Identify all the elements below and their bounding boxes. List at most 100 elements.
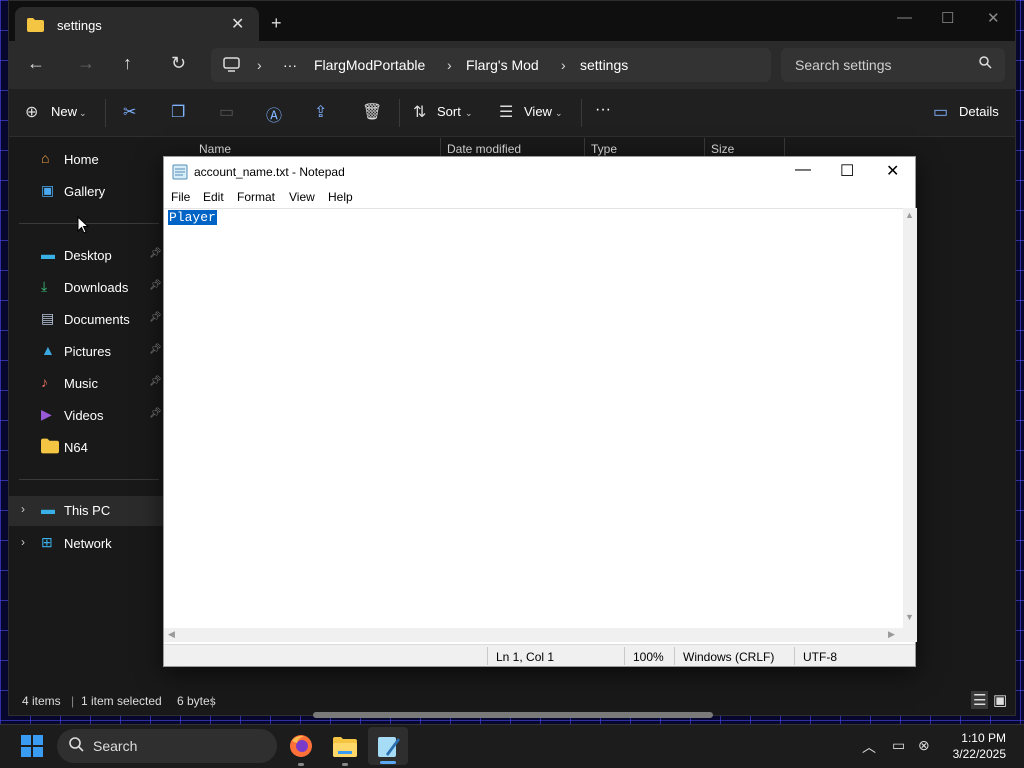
sidebar-divider (19, 223, 159, 224)
divider (399, 99, 400, 127)
delete-icon[interactable]: 🗑︎ (362, 102, 382, 122)
breadcrumb-item[interactable]: settings (580, 57, 628, 73)
running-indicator (342, 763, 348, 766)
notepad-status-bar: Ln 1, Col 1 100% Windows (CRLF) UTF-8 (164, 644, 915, 666)
details-button[interactable]: Details (959, 104, 999, 119)
breadcrumb-overflow[interactable]: ··· (283, 57, 297, 73)
tiles-view-icon[interactable]: ▣ (993, 691, 1007, 709)
notepad-icon (172, 164, 188, 180)
scroll-down-icon[interactable]: ▼ (905, 612, 914, 622)
notepad-window: account_name.txt - Notepad — ☐ ✕ File Ed… (163, 156, 917, 667)
chevron-right-icon[interactable]: › (21, 535, 25, 549)
notepad-close-button[interactable]: ✕ (886, 161, 899, 181)
sidebar-item-label: Pictures (64, 344, 111, 359)
system-clock[interactable]: 1:10 PM 3/22/2025 (946, 730, 1006, 762)
status-divider (624, 647, 625, 665)
share-icon[interactable]: ⇪ (314, 102, 327, 122)
taskbar-search[interactable]: Search (57, 729, 277, 763)
cursor-position: Ln 1, Col 1 (496, 650, 555, 664)
tab-close-icon[interactable]: ✕ (231, 14, 244, 34)
column-date-modified[interactable]: Date modified (447, 142, 521, 156)
back-icon[interactable]: ← (27, 53, 45, 74)
view-button[interactable]: View (524, 104, 552, 119)
scroll-up-icon[interactable]: ▲ (905, 210, 914, 220)
start-button[interactable] (21, 735, 43, 757)
new-button[interactable]: New (51, 104, 77, 119)
chevron-down-icon: ⌄ (79, 108, 87, 118)
chevron-right-icon: › (447, 57, 452, 73)
sidebar-item-downloads[interactable]: ⤓ Downloads 📌︎ (9, 273, 165, 301)
clock-date: 3/22/2025 (952, 747, 1006, 761)
menu-edit[interactable]: Edit (203, 190, 224, 204)
notepad-horizontal-scrollbar[interactable]: ◀ ▶ (164, 628, 903, 642)
menu-help[interactable]: Help (328, 190, 353, 204)
notepad-minimize-button[interactable]: — (795, 161, 811, 179)
scroll-right-icon[interactable]: ▶ (888, 629, 895, 640)
sort-button[interactable]: Sort (437, 104, 461, 119)
maximize-button[interactable]: ☐ (941, 9, 954, 27)
rename-icon[interactable]: Ⓐ (266, 102, 282, 126)
scroll-left-icon[interactable]: ◀ (168, 629, 175, 640)
firefox-icon (290, 735, 312, 757)
command-bar: ⊕ New ⌄ ✂ ❐ ▭ Ⓐ ⇪ 🗑︎ ⇅ Sort ⌄ ☰ View ⌄ ·… (9, 89, 1015, 137)
cut-icon[interactable]: ✂ (123, 102, 136, 122)
address-bar[interactable]: › ··· FlargModPortable › Flarg's Mod › s… (211, 48, 771, 82)
menu-view[interactable]: View (289, 190, 315, 204)
breadcrumb-item[interactable]: FlargModPortable (314, 57, 425, 73)
this-pc-icon: ▬ (41, 501, 55, 517)
chevron-right-icon: › (561, 57, 566, 73)
volume-muted-icon[interactable]: ⊗ (918, 737, 930, 754)
status-divider (487, 647, 488, 665)
file-explorer-app[interactable] (330, 731, 360, 766)
sidebar-item-videos[interactable]: ▶ Videos 📌︎ (9, 401, 165, 429)
notepad-text-area[interactable]: Player (164, 208, 903, 628)
sidebar-item-n64[interactable]: N64 (9, 433, 165, 461)
status-divider: | (211, 694, 215, 708)
new-tab-button[interactable]: + (271, 13, 282, 34)
notepad-app-active[interactable] (368, 727, 408, 765)
search-input[interactable]: Search settings (781, 48, 1005, 82)
plus-circle-icon: ⊕ (25, 104, 39, 121)
notepad-maximize-button[interactable]: ☐ (840, 161, 854, 181)
sidebar-item-network[interactable]: › ⊞ Network (9, 529, 165, 557)
sidebar-item-label: Downloads (64, 280, 129, 295)
notepad-vertical-scrollbar[interactable]: ▲ ▼ (903, 208, 917, 628)
sidebar-item-documents[interactable]: ▤ Documents 📌︎ (9, 305, 165, 333)
notepad-title-bar[interactable]: account_name.txt - Notepad — ☐ ✕ (164, 157, 915, 187)
file-explorer-icon (333, 737, 357, 757)
sidebar-item-home[interactable]: ⌂ Home (9, 145, 165, 173)
paste-icon[interactable]: ▭ (219, 102, 234, 122)
details-view-icon[interactable]: ☰ (971, 691, 989, 709)
close-button[interactable]: ✕ (987, 9, 1000, 27)
mouse-cursor-icon (77, 216, 89, 234)
copy-icon[interactable]: ❐ (171, 102, 185, 122)
chevron-up-icon[interactable]: ︿ (862, 737, 876, 757)
column-size[interactable]: Size (711, 142, 734, 156)
breadcrumb-item[interactable]: Flarg's Mod (466, 57, 539, 73)
sidebar-item-music[interactable]: ♪ Music 📌︎ (9, 369, 165, 397)
menu-format[interactable]: Format (237, 190, 275, 204)
sidebar-item-gallery[interactable]: ▣ Gallery (9, 177, 165, 205)
sidebar-item-desktop[interactable]: ▬ Desktop 📌︎ (9, 241, 165, 269)
selected-text[interactable]: Player (168, 210, 217, 225)
pin-icon: 📌︎ (149, 408, 162, 419)
menu-file[interactable]: File (171, 190, 190, 204)
videos-icon: ▶ (41, 406, 52, 422)
tab-title: settings (57, 18, 102, 33)
network-icon: ⊞ (41, 534, 53, 550)
status-divider: | (71, 694, 75, 708)
chevron-down-icon: ⌄ (555, 108, 563, 118)
column-type[interactable]: Type (591, 142, 617, 156)
network-tray-icon[interactable]: ▭ (892, 737, 905, 754)
chevron-right-icon[interactable]: › (21, 502, 25, 516)
horizontal-scrollbar[interactable] (313, 712, 713, 718)
up-icon[interactable]: ↑ (123, 53, 132, 74)
sidebar-item-this-pc[interactable]: › ▬ This PC (9, 496, 165, 526)
more-options-button[interactable]: ··· (595, 101, 611, 119)
forward-icon[interactable]: → (77, 53, 95, 74)
sidebar-item-pictures[interactable]: ▲ Pictures 📌︎ (9, 337, 165, 365)
minimize-button[interactable]: — (897, 9, 912, 26)
firefox-app[interactable] (286, 731, 316, 766)
column-name[interactable]: Name (199, 142, 231, 156)
refresh-icon[interactable]: ↻ (171, 53, 186, 74)
